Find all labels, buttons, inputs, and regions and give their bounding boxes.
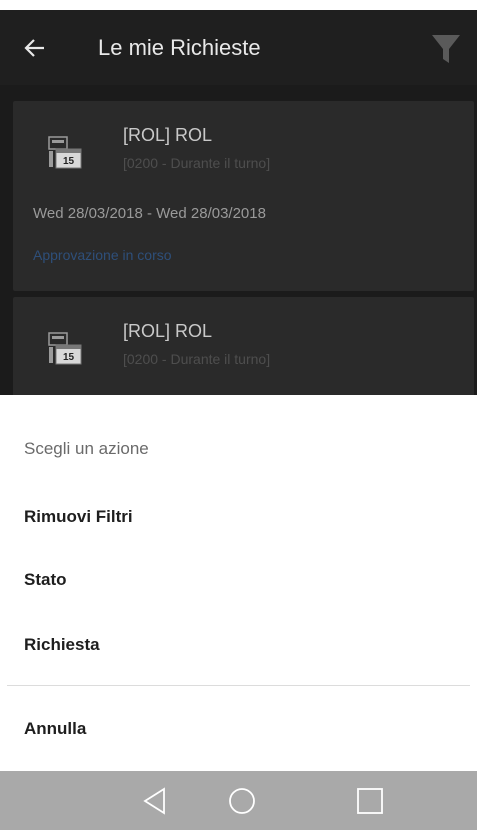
action-remove-filters[interactable]: Rimuovi Filtri <box>0 489 477 545</box>
calendar-day: 15 <box>63 156 75 167</box>
square-recents-icon <box>357 787 383 814</box>
calendar-15-icon: 15 <box>48 332 82 365</box>
request-status: Approvazione in corso <box>33 247 172 263</box>
calendar-15-icon: 15 <box>48 136 82 169</box>
action-cancel[interactable]: Annulla <box>0 701 477 757</box>
request-subtitle: [0200 - Durante il turno] <box>123 155 271 171</box>
circle-home-icon <box>229 787 255 814</box>
calendar-day: 15 <box>63 352 75 363</box>
request-card[interactable]: 15 [ROL] ROL [0200 - Durante il turno] <box>13 297 474 395</box>
action-request[interactable]: Richiesta <box>0 617 477 673</box>
filter-funnel-icon <box>432 35 460 63</box>
action-sheet-header: Scegli un azione <box>24 439 149 458</box>
nav-home-button[interactable] <box>202 771 282 830</box>
action-status[interactable]: Stato <box>0 552 477 608</box>
action-sheet: Scegli un azione Rimuovi Filtri Stato Ri… <box>0 395 477 771</box>
filter-button[interactable] <box>429 32 463 66</box>
request-subtitle: [0200 - Durante il turno] <box>123 351 271 367</box>
nav-recents-button[interactable] <box>330 771 410 830</box>
system-nav-bar <box>0 771 477 830</box>
request-card[interactable]: 15 [ROL] ROL [0200 - Durante il turno] W… <box>13 101 474 291</box>
arrow-left-icon <box>24 38 44 57</box>
request-title: [ROL] ROL <box>123 321 213 341</box>
page-title: Le mie Richieste <box>98 34 261 60</box>
request-dates: Wed 28/03/2018 - Wed 28/03/2018 <box>33 205 266 222</box>
nav-back-button[interactable] <box>115 771 195 830</box>
request-list: 15 [ROL] ROL [0200 - Durante il turno] W… <box>0 85 477 395</box>
back-button[interactable] <box>0 10 70 85</box>
divider <box>7 685 470 686</box>
status-bar-strip <box>0 0 477 10</box>
app-bar: Le mie Richieste <box>0 10 477 85</box>
triangle-back-icon <box>143 786 165 815</box>
request-title: [ROL] ROL <box>123 125 213 145</box>
